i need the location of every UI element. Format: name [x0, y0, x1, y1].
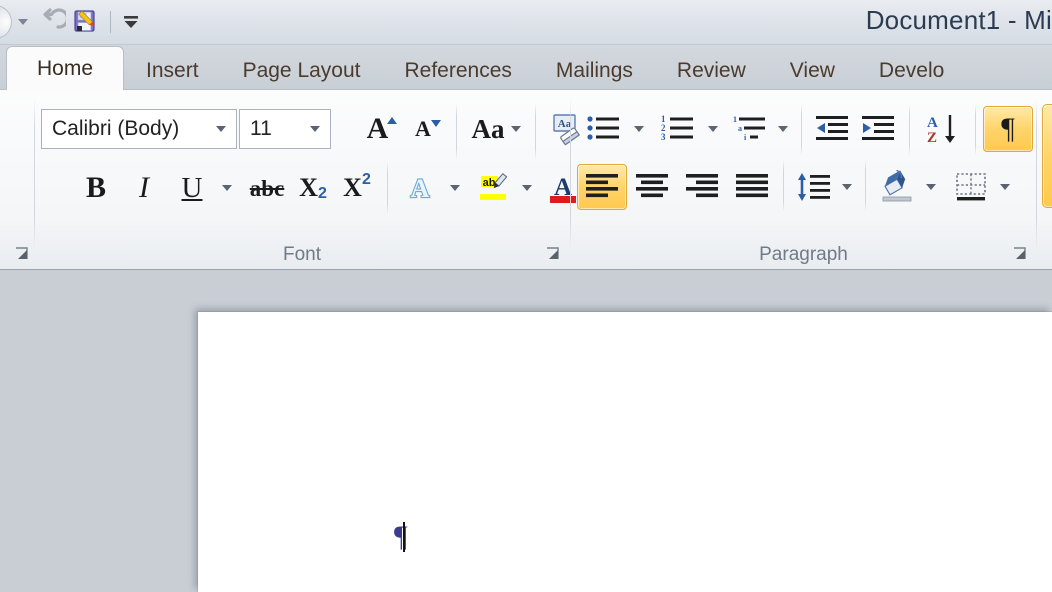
- chevron-down-icon[interactable]: [206, 126, 236, 132]
- document-page[interactable]: ¶: [198, 312, 1052, 592]
- toolbar-separator: [110, 11, 111, 33]
- group-paragraph: 1 2 3 1 a i: [571, 90, 1036, 270]
- shrink-font-button[interactable]: A: [407, 108, 451, 150]
- text-effects-button[interactable]: A A: [397, 166, 443, 210]
- title-bar: Document1 - Mi: [0, 0, 1052, 45]
- font-name-combo[interactable]: Calibri (Body): [41, 109, 237, 149]
- button-divider: [783, 160, 784, 212]
- quick-access-toolbar: [0, 2, 143, 42]
- show-hide-marks-button[interactable]: ¶: [983, 106, 1033, 152]
- tab-view[interactable]: View: [768, 52, 857, 90]
- svg-text:i: i: [744, 133, 747, 142]
- font-size-value: 11: [240, 117, 300, 141]
- align-right-button[interactable]: [677, 164, 727, 210]
- clipboard-dialog-launcher-icon[interactable]: [12, 244, 32, 264]
- svg-text:A: A: [927, 115, 938, 131]
- change-case-button[interactable]: Aa: [463, 108, 529, 150]
- text-highlight-color-button[interactable]: ab: [469, 166, 517, 210]
- tab-page-layout[interactable]: Page Layout: [221, 52, 383, 90]
- group-styles: [1038, 90, 1052, 270]
- tab-review[interactable]: Review: [655, 52, 768, 90]
- button-divider: [865, 160, 866, 212]
- font-dialog-launcher-icon[interactable]: [543, 244, 563, 264]
- ribbon: Calibri (Body) 11 A A: [0, 90, 1052, 270]
- italic-button[interactable]: I: [123, 166, 165, 210]
- multilevel-list-dropdown-icon[interactable]: [771, 108, 795, 150]
- group-font-footer: Font: [35, 240, 569, 270]
- align-left-button[interactable]: [577, 164, 627, 210]
- text-highlight-dropdown-icon[interactable]: [515, 166, 539, 210]
- ribbon-tab-strip: Home Insert Page Layout References Maili…: [0, 45, 1052, 90]
- button-divider: [456, 104, 457, 160]
- increase-indent-button[interactable]: [855, 108, 901, 150]
- svg-text:1: 1: [733, 115, 737, 124]
- tab-insert[interactable]: Insert: [124, 52, 221, 90]
- tab-home[interactable]: Home: [6, 46, 124, 91]
- svg-text:Z: Z: [927, 130, 937, 146]
- office-orb-icon[interactable]: [0, 5, 12, 39]
- borders-dropdown-icon[interactable]: [993, 164, 1017, 210]
- cut-icon[interactable]: [0, 92, 2, 122]
- tab-mailings[interactable]: Mailings: [534, 52, 655, 90]
- group-font-label: Font: [283, 244, 321, 266]
- document-title: Document1 - Mi: [866, 3, 1052, 37]
- tab-references[interactable]: References: [383, 52, 534, 90]
- text-effects-dropdown-icon[interactable]: [443, 166, 467, 210]
- justify-button[interactable]: [727, 164, 777, 210]
- button-divider: [975, 104, 976, 156]
- svg-text:A: A: [411, 174, 430, 203]
- svg-text:a: a: [738, 124, 742, 133]
- tab-developer[interactable]: Develo: [857, 52, 966, 90]
- group-font: Calibri (Body) 11 A A: [35, 90, 569, 270]
- word-window: Document1 - Mi Home Insert Page Layout R…: [0, 0, 1052, 592]
- underline-button[interactable]: U: [171, 166, 213, 210]
- group-divider: [1036, 98, 1037, 250]
- format-painter-icon[interactable]: [0, 182, 2, 212]
- subscript-button[interactable]: X2: [291, 166, 335, 210]
- group-paragraph-footer: Paragraph: [571, 240, 1036, 270]
- font-size-combo[interactable]: 11: [239, 109, 331, 149]
- button-divider: [535, 104, 536, 160]
- button-divider: [801, 104, 802, 156]
- chevron-down-icon[interactable]: [12, 5, 34, 39]
- line-spacing-dropdown-icon[interactable]: [835, 164, 859, 210]
- copy-icon[interactable]: [0, 136, 2, 166]
- save-as-icon[interactable]: [68, 4, 102, 40]
- line-spacing-button[interactable]: [791, 164, 837, 210]
- decrease-indent-button[interactable]: [809, 108, 855, 150]
- shading-button[interactable]: [873, 164, 921, 210]
- button-divider: [387, 162, 388, 214]
- shading-dropdown-icon[interactable]: [919, 164, 943, 210]
- numbering-dropdown-icon[interactable]: [701, 108, 725, 150]
- underline-dropdown-icon[interactable]: [215, 166, 239, 210]
- bullets-button[interactable]: [581, 108, 627, 150]
- paragraph-dialog-launcher-icon[interactable]: [1010, 244, 1030, 264]
- text-cursor: [403, 522, 405, 552]
- customize-quick-access-toolbar-icon[interactable]: [119, 7, 143, 37]
- superscript-button[interactable]: X2: [335, 166, 379, 210]
- sort-button[interactable]: A Z: [917, 108, 969, 150]
- svg-text:ab: ab: [483, 177, 496, 189]
- undo-icon[interactable]: [34, 4, 68, 40]
- numbering-button[interactable]: 1 2 3: [655, 108, 701, 150]
- multilevel-list-button[interactable]: 1 a i: [727, 108, 773, 150]
- center-button[interactable]: [627, 164, 677, 210]
- document-workspace: ¶: [0, 271, 1052, 592]
- svg-text:3: 3: [661, 132, 666, 142]
- style-gallery-item[interactable]: [1042, 104, 1052, 208]
- group-clipboard: [0, 90, 34, 270]
- group-paragraph-label: Paragraph: [759, 244, 848, 266]
- font-name-value: Calibri (Body): [42, 117, 206, 141]
- grow-font-button[interactable]: A: [361, 108, 405, 150]
- strikethrough-button[interactable]: abc: [243, 166, 291, 210]
- paragraph-mark: ¶: [394, 522, 408, 552]
- bullets-dropdown-icon[interactable]: [627, 108, 651, 150]
- borders-button[interactable]: [947, 164, 995, 210]
- chevron-down-icon[interactable]: [300, 126, 330, 132]
- button-divider: [909, 104, 910, 156]
- bold-button[interactable]: B: [75, 166, 117, 210]
